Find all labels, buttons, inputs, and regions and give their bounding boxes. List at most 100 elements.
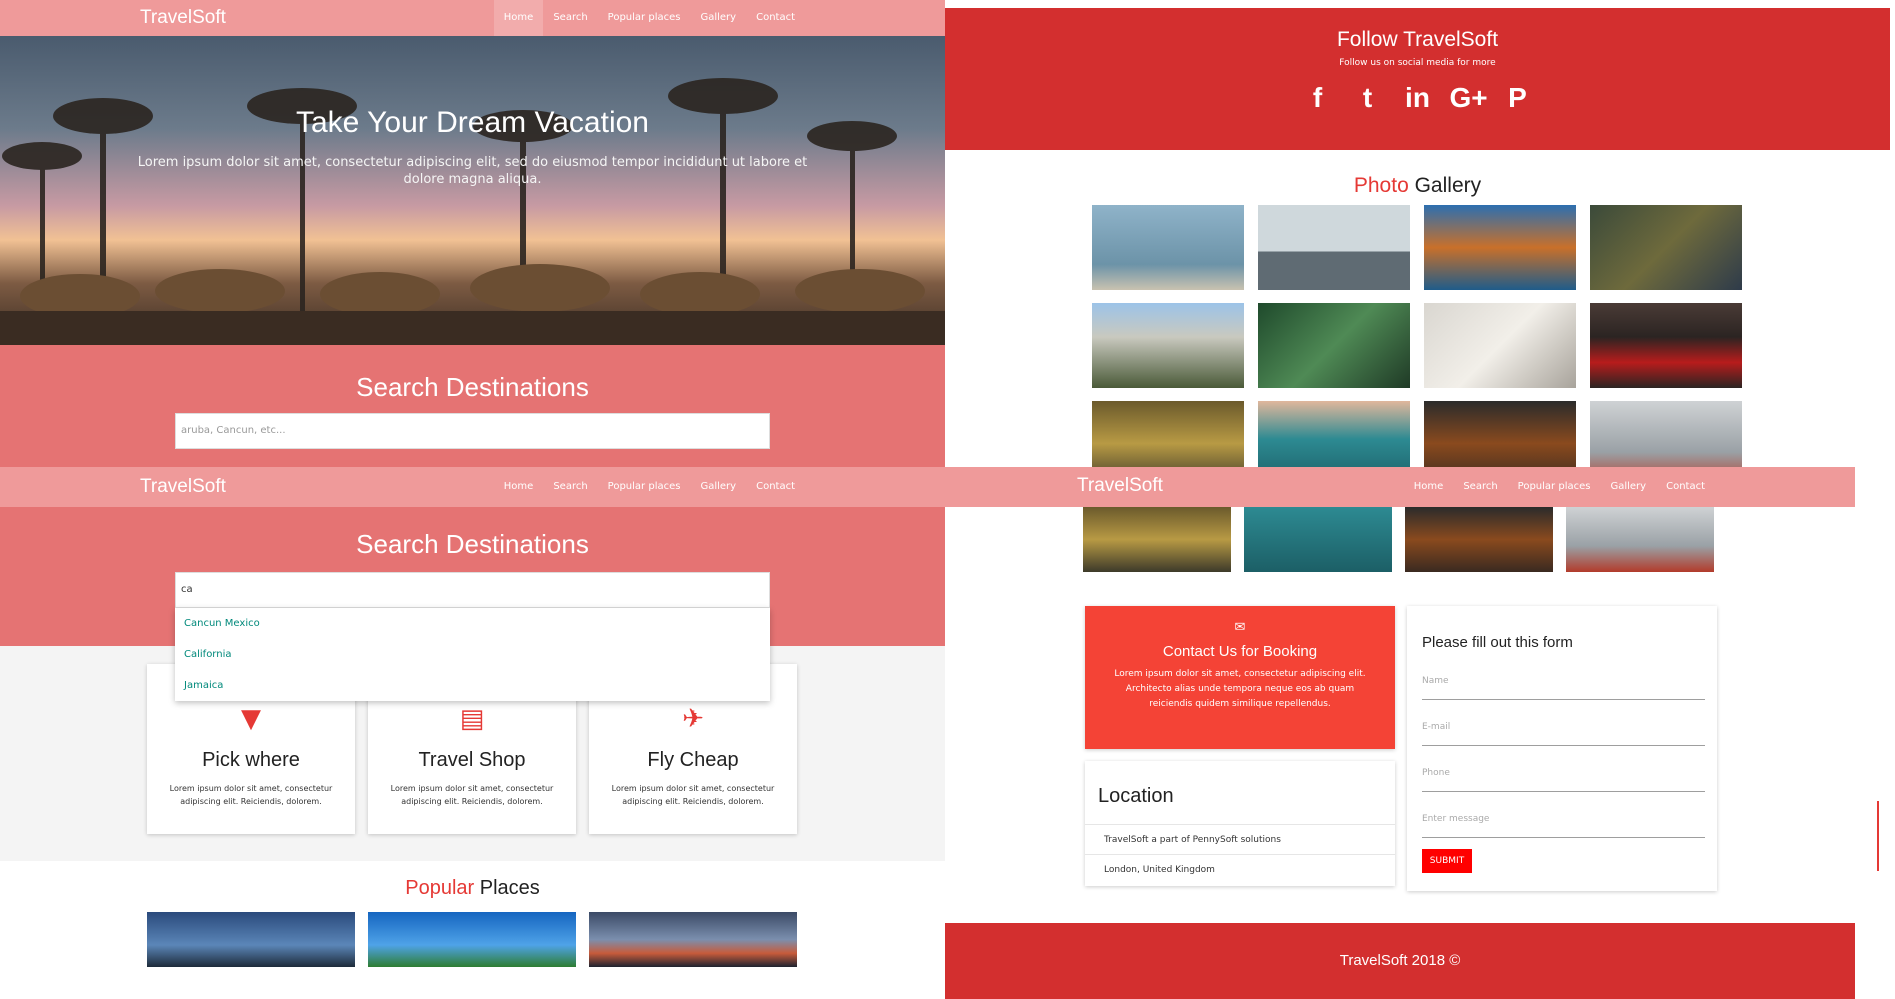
gallery-thumb[interactable] bbox=[1092, 401, 1244, 467]
gallery-thumb[interactable] bbox=[1258, 205, 1410, 290]
gallery-thumb[interactable] bbox=[1424, 205, 1576, 290]
navbar-sticky: TravelSoft Home Search Popular places Ga… bbox=[0, 467, 945, 507]
follow-subtitle: Follow us on social media for more bbox=[1339, 58, 1496, 68]
title-rest: Gallery bbox=[1408, 174, 1482, 197]
suggestion-item[interactable]: Cancun Mexico bbox=[175, 608, 770, 639]
submit-button[interactable]: SUBMIT bbox=[1422, 849, 1472, 873]
feature-title: Travel Shop bbox=[418, 749, 526, 771]
gallery-thumb[interactable] bbox=[1590, 401, 1742, 467]
nav-popular-places[interactable]: Popular places bbox=[1508, 469, 1601, 505]
place-image[interactable] bbox=[147, 912, 355, 967]
panel-contact: TravelSoft Home Search Popular places Ga… bbox=[945, 467, 1895, 999]
gallery-thumb[interactable] bbox=[1092, 205, 1244, 290]
brand-logo[interactable]: TravelSoft bbox=[140, 476, 226, 498]
location-pin-icon: ▼ bbox=[241, 704, 261, 734]
google-plus-icon[interactable]: G+ bbox=[1450, 80, 1488, 116]
hero-text: Lorem ipsum dolor sit amet, consectetur … bbox=[137, 155, 808, 187]
nav-gallery[interactable]: Gallery bbox=[690, 0, 746, 36]
search-input[interactable]: ca bbox=[175, 572, 770, 608]
follow-title: Follow TravelSoft bbox=[1336, 28, 1499, 51]
nav-contact[interactable]: Contact bbox=[746, 469, 805, 505]
navbar: TravelSoft Home Search Popular places Ga… bbox=[0, 0, 945, 36]
footer: TravelSoft 2018 © bbox=[945, 923, 1855, 999]
facebook-icon[interactable]: f bbox=[1300, 80, 1336, 116]
twitter-icon[interactable]: t bbox=[1350, 80, 1386, 116]
nav-home[interactable]: Home bbox=[493, 0, 544, 36]
panel-search: TravelSoft Home Search Popular places Ga… bbox=[0, 467, 945, 999]
search-section: Search Destinations aruba, Cancun, etc..… bbox=[0, 345, 945, 467]
gallery-thumb[interactable] bbox=[1590, 205, 1742, 290]
location-title: Location bbox=[1085, 761, 1395, 825]
hero-banner: Take Your Dream Vacation Lorem ipsum dol… bbox=[0, 36, 945, 345]
brand-logo[interactable]: TravelSoft bbox=[1077, 475, 1163, 497]
gallery-thumb[interactable] bbox=[1083, 507, 1231, 572]
feature-text: Lorem ipsum dolor sit amet, consectetur … bbox=[169, 784, 333, 806]
search-title: Search Destinations bbox=[356, 529, 589, 559]
plane-icon: ✈ bbox=[682, 704, 704, 734]
location-line: TravelSoft a part of PennySoft solutions bbox=[1085, 825, 1395, 855]
nav-popular-places[interactable]: Popular places bbox=[598, 469, 691, 505]
hero-image bbox=[0, 78, 945, 345]
scrollbar-indicator[interactable] bbox=[1877, 801, 1879, 871]
title-accent: Popular bbox=[405, 877, 475, 899]
email-field[interactable]: E-mail bbox=[1422, 720, 1705, 746]
linkedin-icon[interactable]: in bbox=[1400, 80, 1436, 116]
title-accent: Photo bbox=[1353, 174, 1409, 197]
feature-title: Fly Cheap bbox=[647, 749, 739, 771]
nav-contact[interactable]: Contact bbox=[1656, 469, 1715, 505]
suggestion-item[interactable]: Jamaica bbox=[175, 670, 770, 701]
brand-logo[interactable]: TravelSoft bbox=[140, 7, 226, 29]
autocomplete-dropdown: Cancun Mexico California Jamaica bbox=[175, 608, 770, 701]
social-links: f t in G+ P bbox=[945, 80, 1890, 116]
phone-field[interactable]: Phone bbox=[1422, 766, 1705, 792]
follow-section: Follow TravelSoft Follow us on social me… bbox=[945, 8, 1890, 150]
gallery-thumb[interactable] bbox=[1424, 401, 1576, 467]
popular-places-title: Popular Places bbox=[0, 877, 945, 900]
form-title: Please fill out this form bbox=[1422, 634, 1573, 651]
nav-gallery[interactable]: Gallery bbox=[1600, 469, 1656, 505]
gallery-thumb[interactable] bbox=[1566, 507, 1714, 572]
gallery-thumb[interactable] bbox=[1092, 303, 1244, 388]
gallery-thumb[interactable] bbox=[1258, 303, 1410, 388]
pinterest-icon[interactable]: P bbox=[1500, 80, 1536, 116]
nav-menu: Home Search Popular places Gallery Conta… bbox=[1404, 467, 1715, 507]
nav-menu: Home Search Popular places Gallery Conta… bbox=[493, 0, 805, 36]
nav-contact[interactable]: Contact bbox=[746, 0, 805, 36]
feature-text: Lorem ipsum dolor sit amet, consectetur … bbox=[390, 784, 554, 806]
message-field[interactable]: Enter message bbox=[1422, 812, 1705, 838]
location-line: London, United Kingdom bbox=[1104, 865, 1215, 875]
navbar-sticky: TravelSoft Home Search Popular places Ga… bbox=[945, 467, 1855, 507]
gallery-thumb[interactable] bbox=[1405, 507, 1553, 572]
name-field[interactable]: Name bbox=[1422, 674, 1705, 700]
gallery-thumb[interactable] bbox=[1258, 401, 1410, 467]
title-rest: Places bbox=[474, 877, 540, 899]
panel-home: TravelSoft Home Search Popular places Ga… bbox=[0, 0, 945, 467]
contact-title: Contact Us for Booking bbox=[1162, 643, 1318, 660]
contact-text: Lorem ipsum dolor sit amet, consectetur … bbox=[1114, 669, 1366, 709]
gallery-thumb[interactable] bbox=[1244, 507, 1392, 572]
feature-title: Pick where bbox=[202, 749, 300, 771]
nav-search[interactable]: Search bbox=[543, 469, 597, 505]
nav-home[interactable]: Home bbox=[1404, 469, 1454, 505]
nav-menu: Home Search Popular places Gallery Conta… bbox=[494, 467, 805, 507]
panel-gallery: Follow TravelSoft Follow us on social me… bbox=[945, 0, 1895, 467]
search-title: Search Destinations bbox=[356, 372, 589, 402]
search-input[interactable]: aruba, Cancun, etc... bbox=[175, 413, 770, 449]
contact-card: ✉ Contact Us for Booking Lorem ipsum dol… bbox=[1085, 606, 1395, 749]
location-card: Location TravelSoft a part of PennySoft … bbox=[1085, 761, 1395, 886]
gallery-thumb[interactable] bbox=[1424, 303, 1576, 388]
place-image[interactable] bbox=[589, 912, 797, 967]
nav-search[interactable]: Search bbox=[543, 0, 597, 36]
feature-text: Lorem ipsum dolor sit amet, consectetur … bbox=[611, 784, 775, 806]
suggestion-item[interactable]: California bbox=[175, 639, 770, 670]
mail-icon: ✉ bbox=[1234, 620, 1246, 635]
gallery-thumb[interactable] bbox=[1590, 303, 1742, 388]
nav-popular-places[interactable]: Popular places bbox=[598, 0, 691, 36]
hero-title: Take Your Dream Vacation bbox=[296, 106, 649, 139]
nav-home[interactable]: Home bbox=[494, 469, 544, 505]
nav-search[interactable]: Search bbox=[1453, 469, 1507, 505]
shop-icon: ▤ bbox=[459, 704, 485, 734]
nav-gallery[interactable]: Gallery bbox=[690, 469, 746, 505]
place-image[interactable] bbox=[368, 912, 576, 967]
booking-form: Please fill out this form Name E-mail Ph… bbox=[1407, 606, 1717, 891]
